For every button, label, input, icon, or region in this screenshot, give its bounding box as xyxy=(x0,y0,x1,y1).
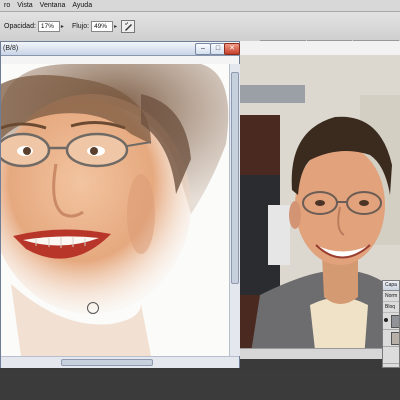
caricature-window-title: (B/8) xyxy=(3,45,19,52)
close-button[interactable]: ✕ xyxy=(224,43,240,55)
reference-photo xyxy=(240,55,400,359)
airbrush-button[interactable] xyxy=(121,19,136,33)
flow-label: Flujo: xyxy=(71,22,90,30)
visibility-eye-icon[interactable] xyxy=(384,318,388,322)
layer-row-3[interactable] xyxy=(383,347,399,364)
caricature-titlebar[interactable]: (B/8) ‒ □ ✕ xyxy=(1,42,240,56)
brush-options: Opacidad: 17% ▸ Flujo: 49% ▸ xyxy=(0,19,136,33)
photo-status-bar xyxy=(240,348,385,359)
taskbar-area xyxy=(0,370,400,400)
layer-row-2[interactable] xyxy=(383,330,399,347)
menu-item-ventana[interactable]: Ventana xyxy=(40,2,66,9)
blend-mode-select[interactable]: Norm xyxy=(383,291,399,302)
flow-dropdown-icon[interactable]: ▸ xyxy=(114,23,117,30)
caricature-canvas[interactable] xyxy=(1,64,229,356)
layer-thumbnail xyxy=(391,315,399,328)
layer-thumbnail xyxy=(391,332,399,345)
opacity-label: Opacidad: xyxy=(4,22,36,30)
menu-item-filtro[interactable]: ro xyxy=(4,2,10,9)
caricature-painting xyxy=(1,64,229,356)
menu-item-ayuda[interactable]: Ayuda xyxy=(72,2,92,9)
layer-row-1[interactable] xyxy=(383,313,399,330)
menu-bar: ro Vista Ventana Ayuda xyxy=(0,0,400,12)
opacity-dropdown-icon[interactable]: ▸ xyxy=(61,23,64,30)
layers-panel[interactable]: Capa Norm Bloq xyxy=(382,280,400,368)
vertical-scrollbar[interactable] xyxy=(229,64,240,356)
layers-panel-title[interactable]: Capa xyxy=(383,281,399,291)
minimize-button[interactable]: ‒ xyxy=(195,43,211,55)
menu-item-vista[interactable]: Vista xyxy=(17,2,32,9)
photo-canvas[interactable] xyxy=(240,55,400,359)
photo-document-window[interactable] xyxy=(240,41,400,359)
brush-cursor xyxy=(87,302,99,314)
options-bar: Opacidad: 17% ▸ Flujo: 49% ▸ xyxy=(0,12,400,52)
airbrush-icon xyxy=(124,21,132,31)
caricature-document-window[interactable]: (B/8) ‒ □ ✕ xyxy=(0,41,240,368)
opacity-input[interactable]: 17% xyxy=(37,20,60,32)
flow-input[interactable]: 49% xyxy=(91,20,114,32)
lock-label: Bloq xyxy=(383,302,399,313)
horizontal-scrollbar[interactable] xyxy=(1,356,239,368)
photo-ruler xyxy=(240,41,400,56)
vertical-scroll-thumb[interactable] xyxy=(231,72,239,284)
horizontal-scroll-thumb[interactable] xyxy=(61,359,153,366)
